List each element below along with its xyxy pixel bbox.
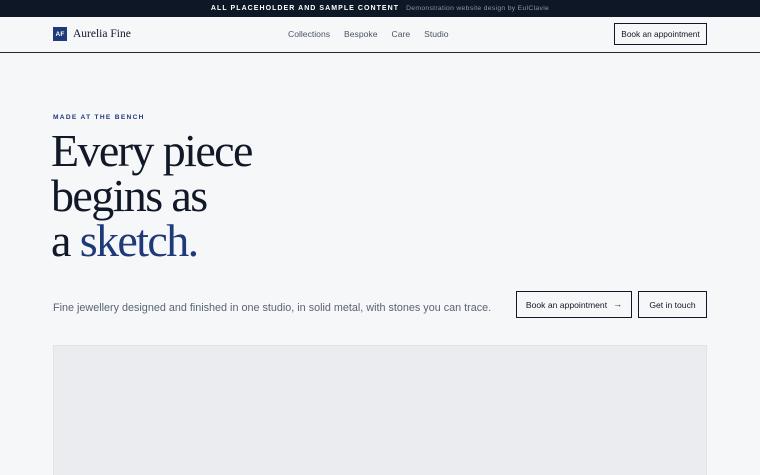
- main-nav: Collections Bespoke Care Studio: [288, 29, 449, 39]
- placeholder-notice: ALL PLACEHOLDER AND SAMPLE CONTENT: [210, 5, 400, 12]
- logo-mark: AF: [53, 27, 67, 41]
- get-in-touch-button[interactable]: Get in touch: [638, 291, 707, 318]
- hero-subtitle: Fine jewellery designed and finished in …: [53, 302, 492, 314]
- headline-line-2: begins as: [51, 170, 208, 221]
- header-book-appointment-button[interactable]: Book an appointment: [614, 23, 707, 45]
- hero-image-placeholder: [53, 345, 707, 475]
- site-header: AF Aurelia Fine Collections Bespoke Care…: [0, 17, 760, 53]
- headline-line-3-prefix: a: [51, 215, 80, 266]
- nav-item-studio[interactable]: Studio: [424, 29, 448, 39]
- nav-item-bespoke[interactable]: Bespoke: [344, 29, 377, 39]
- hero-headline: Every piece begins as a sketch.: [51, 125, 381, 266]
- book-appointment-button[interactable]: Book an appointment →: [516, 291, 632, 318]
- arrow-right-icon: →: [613, 299, 623, 309]
- nav-item-collections[interactable]: Collections: [288, 29, 330, 39]
- headline-accent-word: sketch.: [79, 215, 199, 266]
- announcement-bar: ALL PLACEHOLDER AND SAMPLE CONTENT Demon…: [0, 0, 760, 17]
- brand-logo[interactable]: AF Aurelia Fine: [53, 27, 131, 41]
- headline-line-1: Every piece: [51, 125, 253, 176]
- design-credit: Demonstration website design by EulClavi…: [406, 5, 550, 12]
- hero-eyebrow: MADE AT THE BENCH: [53, 114, 145, 121]
- nav-item-care[interactable]: Care: [392, 29, 411, 39]
- headline-line-3: a sketch.: [51, 215, 381, 266]
- brand-name: Aurelia Fine: [73, 28, 131, 40]
- book-appointment-label: Book an appointment: [525, 299, 608, 310]
